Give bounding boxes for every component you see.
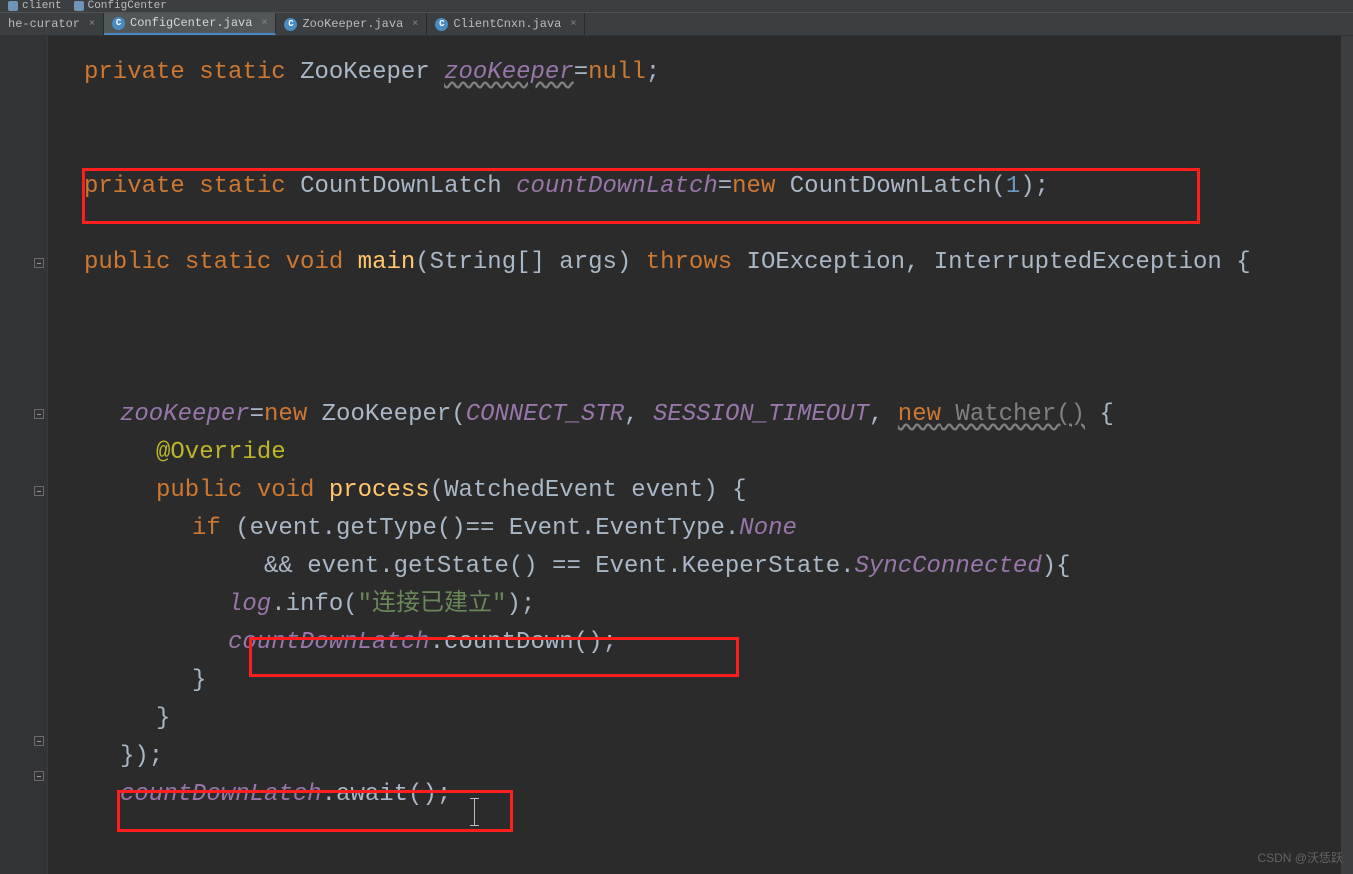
code-line: if (event.getType()== Event.EventType.No… bbox=[48, 510, 1341, 548]
tab-curator[interactable]: he-curator× bbox=[0, 13, 104, 35]
tab-zookeeper[interactable]: CZooKeeper.java× bbox=[276, 13, 427, 35]
code-line: countDownLatch.countDown(); bbox=[48, 624, 1341, 662]
code-line: private static CountDownLatch countDownL… bbox=[48, 168, 1341, 206]
code-line: zooKeeper=new ZooKeeper(CONNECT_STR, SES… bbox=[48, 396, 1341, 434]
fold-icon[interactable] bbox=[34, 409, 44, 419]
blank-line bbox=[48, 282, 1341, 396]
folder-icon bbox=[8, 1, 18, 11]
fold-icon[interactable] bbox=[34, 258, 44, 268]
code-line: }); bbox=[48, 738, 1341, 776]
scrollbar[interactable] bbox=[1341, 36, 1353, 874]
breadcrumb-bar: client ConfigCenter bbox=[0, 0, 1353, 13]
tab-configcenter[interactable]: CConfigCenter.java× bbox=[104, 13, 276, 35]
blank-line bbox=[48, 92, 1341, 168]
code-line: } bbox=[48, 700, 1341, 738]
code-line: log.info("连接已建立"); bbox=[48, 586, 1341, 624]
breadcrumb-config[interactable]: ConfigCenter bbox=[68, 0, 173, 12]
class-icon bbox=[74, 1, 84, 11]
watermark: CSDN @沃恁跃 bbox=[1257, 849, 1343, 866]
close-icon[interactable]: × bbox=[412, 19, 418, 30]
java-class-icon: C bbox=[112, 17, 125, 30]
java-class-icon: C bbox=[435, 18, 448, 31]
code-line: countDownLatch.await(); bbox=[48, 776, 1341, 814]
java-class-icon: C bbox=[284, 18, 297, 31]
code-line: } bbox=[48, 662, 1341, 700]
close-icon[interactable]: × bbox=[89, 19, 95, 30]
code-line: public void process(WatchedEvent event) … bbox=[48, 472, 1341, 510]
text-caret-icon bbox=[474, 798, 475, 826]
fold-icon[interactable] bbox=[34, 736, 44, 746]
close-icon[interactable]: × bbox=[570, 19, 576, 30]
editor-gutter bbox=[0, 36, 48, 874]
code-line: && event.getState() == Event.KeeperState… bbox=[48, 548, 1341, 586]
breadcrumb-client[interactable]: client bbox=[2, 0, 68, 12]
blank-line bbox=[48, 206, 1341, 244]
fold-icon[interactable] bbox=[34, 486, 44, 496]
close-icon[interactable]: × bbox=[261, 18, 267, 29]
code-line: private static ZooKeeper zooKeeper=null; bbox=[48, 54, 1341, 92]
code-line: @Override bbox=[48, 434, 1341, 472]
code-line: public static void main(String[] args) t… bbox=[48, 244, 1341, 282]
editor-tabs: he-curator× CConfigCenter.java× CZooKeep… bbox=[0, 13, 1353, 36]
fold-icon[interactable] bbox=[34, 771, 44, 781]
tab-clientcnxn[interactable]: CClientCnxn.java× bbox=[427, 13, 585, 35]
code-editor[interactable]: private static ZooKeeper zooKeeper=null;… bbox=[48, 36, 1341, 874]
